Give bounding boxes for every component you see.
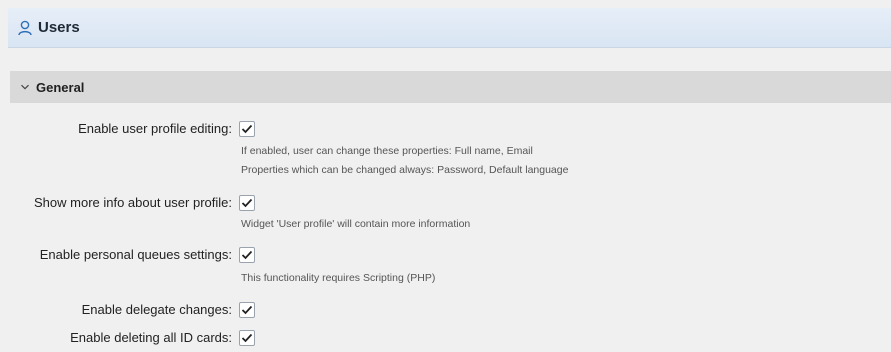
setting-hint: Properties which can be changed always: … bbox=[241, 164, 569, 176]
user-icon bbox=[18, 20, 32, 36]
setting-hint: Widget 'User profile' will contain more … bbox=[241, 218, 471, 230]
checkmark-icon bbox=[241, 250, 253, 260]
enable-deleting-id-cards-checkbox[interactable] bbox=[239, 330, 255, 346]
enable-user-profile-editing-checkbox[interactable] bbox=[239, 121, 255, 137]
section-general-header[interactable]: General bbox=[10, 71, 891, 103]
show-more-info-checkbox[interactable] bbox=[239, 195, 255, 211]
page-header: Users bbox=[8, 8, 891, 48]
setting-label: Show more info about user profile: bbox=[34, 195, 232, 210]
setting-label: Enable deleting all ID cards: bbox=[70, 330, 232, 345]
setting-label: Enable personal queues settings: bbox=[39, 247, 232, 262]
checkmark-icon bbox=[241, 333, 253, 343]
setting-label: Enable user profile editing: bbox=[78, 121, 232, 136]
chevron-down-icon[interactable] bbox=[20, 82, 30, 92]
enable-delegate-changes-checkbox[interactable] bbox=[239, 302, 255, 318]
checkmark-icon bbox=[241, 124, 253, 134]
setting-hint: If enabled, user can change these proper… bbox=[241, 145, 533, 157]
section-title: General bbox=[36, 79, 85, 95]
setting-hint: This functionality requires Scripting (P… bbox=[241, 272, 436, 284]
checkmark-icon bbox=[241, 305, 253, 315]
checkmark-icon bbox=[241, 198, 253, 208]
enable-personal-queues-checkbox[interactable] bbox=[239, 247, 255, 263]
setting-label: Enable delegate changes: bbox=[81, 302, 232, 317]
page-title: Users bbox=[38, 19, 80, 36]
